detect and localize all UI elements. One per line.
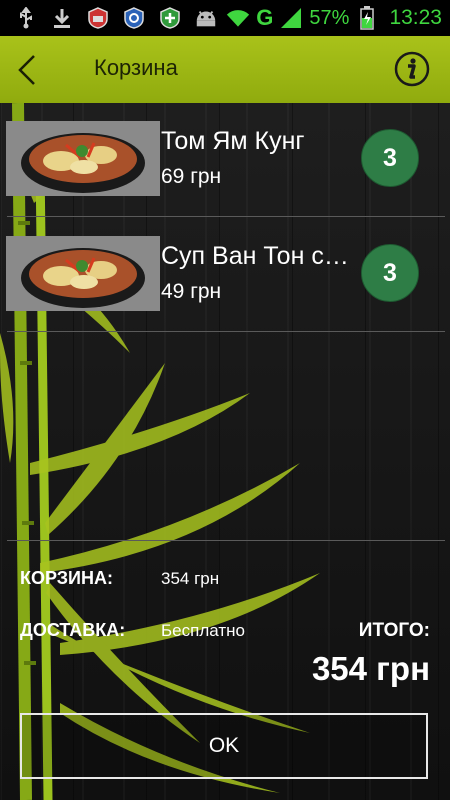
back-button[interactable] [12, 50, 48, 90]
shield-icon [122, 6, 146, 30]
item-price: 49 грн [161, 280, 222, 303]
cart-subtotal-value: 354 грн [161, 569, 220, 588]
item-name: Суп Ван Тон с… [161, 242, 349, 270]
item-price: 69 грн [161, 165, 222, 188]
list-item[interactable]: Суп Ван Тон с… 49 грн 3 [0, 218, 450, 332]
ok-button[interactable]: OK [20, 713, 428, 779]
quantity-badge[interactable]: 3 [361, 129, 419, 187]
status-bar: G 57% 13:23 [0, 0, 450, 36]
soup-bowl-image [6, 121, 160, 196]
info-icon [394, 51, 430, 87]
delivery-value: Бесплатно [161, 621, 245, 640]
item-thumbnail [6, 236, 160, 311]
signal-icon [279, 6, 303, 30]
delivery-label: ДОСТАВКА: [20, 620, 126, 640]
app-bar: Корзина [0, 36, 450, 103]
item-thumbnail [6, 121, 160, 196]
total-label: ИТОГО: [358, 620, 430, 641]
network-type: G [256, 5, 274, 30]
page-title: Корзина [94, 55, 178, 80]
item-name: Том Ям Кунг [161, 127, 305, 155]
list-item[interactable]: Том Ям Кунг 69 грн 3 [0, 103, 450, 217]
divider [7, 216, 445, 217]
shield-plus-icon [158, 6, 182, 30]
divider [7, 331, 445, 332]
summary-divider [7, 540, 445, 541]
clock: 13:23 [389, 6, 442, 29]
total-value: 354 грн [311, 650, 430, 687]
android-icon [194, 6, 218, 30]
soup-bowl-image [6, 236, 160, 311]
battery-icon [355, 6, 379, 30]
wifi-icon [226, 6, 250, 30]
battery-percent: 57% [309, 6, 350, 29]
app-badge-icon [86, 6, 110, 30]
info-button[interactable] [394, 51, 430, 87]
chevron-left-icon [18, 55, 35, 85]
usb-icon [14, 6, 38, 30]
cart-subtotal-label: КОРЗИНА: [20, 568, 113, 588]
quantity-badge[interactable]: 3 [361, 244, 419, 302]
download-icon [50, 6, 74, 30]
